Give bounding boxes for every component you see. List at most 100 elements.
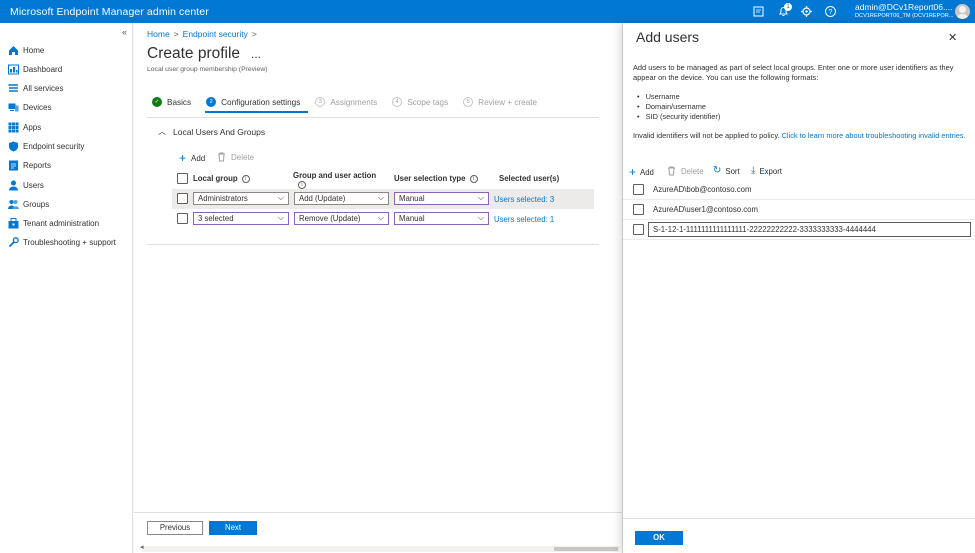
row-checkbox[interactable]	[633, 184, 644, 195]
user-identifier-input[interactable]: S-1-12-1-1111111111111111-22222222222-33…	[648, 222, 971, 237]
row-checkbox[interactable]	[633, 224, 644, 235]
format-list: Username Domain/username SID (security i…	[637, 92, 721, 122]
svg-text:?: ?	[829, 9, 833, 16]
breadcrumb: Home > Endpoint security >	[147, 29, 261, 39]
download-icon: ⤓	[751, 165, 756, 176]
horizontal-scrollbar[interactable]: ◂	[140, 543, 620, 552]
chevron-down-icon: ⌵	[377, 193, 384, 202]
group-action-dropdown[interactable]: Add (Update) ⌵	[294, 192, 389, 205]
nav-item-apps[interactable]: Apps	[8, 120, 41, 134]
step-number: 2	[206, 97, 217, 107]
previous-button[interactable]: Previous	[147, 521, 203, 535]
tenant-admin-icon	[8, 217, 19, 228]
add-button[interactable]: + Add	[179, 152, 205, 164]
row-checkbox[interactable]	[177, 193, 188, 204]
group-action-dropdown[interactable]: Remove (Update) ⌵	[294, 212, 389, 225]
troubleshooting-link[interactable]: Click to learn more about troubleshootin…	[782, 131, 966, 140]
delete-label: Delete	[231, 152, 255, 162]
nav-item-groups[interactable]: Groups	[8, 197, 49, 211]
gear-icon[interactable]	[800, 5, 813, 18]
row-checkbox[interactable]	[177, 213, 188, 224]
list-item[interactable]: S-1-12-1-1111111111111111-22222222222-33…	[623, 220, 975, 240]
nav-item-tenant-administration[interactable]: Tenant administration	[8, 216, 99, 230]
scrollbar-thumb[interactable]	[554, 547, 618, 551]
export-button[interactable]: ⤓ Export	[751, 166, 782, 176]
step-scope-tags[interactable]: 4 Scope tags	[392, 97, 448, 107]
user-selection-type-dropdown[interactable]: Manual ⌵	[394, 192, 489, 205]
step-configuration-settings[interactable]: 2 Configuration settings	[206, 97, 300, 107]
info-icon[interactable]: i	[241, 174, 250, 183]
select-all-checkbox[interactable]	[177, 173, 188, 184]
account-info[interactable]: admin@DCv1Report06.... DCV1REPORT06_TM (…	[855, 3, 953, 19]
account-name: admin@DCv1Report06....	[855, 2, 953, 12]
info-icon[interactable]: i	[469, 174, 478, 183]
ok-button[interactable]: OK	[635, 531, 683, 545]
divider	[147, 244, 599, 245]
nav-item-home[interactable]: Home	[8, 43, 44, 57]
users-selected-link[interactable]: Users selected: 3	[494, 195, 554, 204]
add-users-panel: Add users ✕ Add users to be managed as p…	[622, 23, 975, 553]
sort-button[interactable]: ↻ Sort	[713, 166, 740, 176]
row-checkbox[interactable]	[633, 204, 644, 215]
nav-item-all-services[interactable]: All services	[8, 81, 63, 95]
step-number: 4	[392, 97, 403, 107]
section-local-users-and-groups[interactable]: ︿ Local Users And Groups	[158, 126, 265, 137]
nav-item-endpoint-security[interactable]: Endpoint security	[8, 139, 84, 153]
nav-item-label: Groups	[23, 199, 50, 209]
nav-item-troubleshooting[interactable]: Troubleshooting + support	[8, 235, 116, 249]
nav-item-label: Reports	[23, 160, 52, 170]
nav-item-dashboard[interactable]: Dashboard	[8, 62, 62, 76]
chevron-down-icon: ⌵	[477, 193, 484, 202]
avatar[interactable]	[955, 4, 970, 19]
left-nav: « Home Dashboard All services Devices Ap…	[0, 23, 133, 553]
nav-item-devices[interactable]: Devices	[8, 100, 51, 114]
list-item[interactable]: AzureAD\bob@contoso.com	[623, 180, 975, 200]
nav-item-reports[interactable]: Reports	[8, 158, 51, 172]
more-options-button[interactable]: ...	[251, 47, 261, 61]
column-header-group-user-action: Group and user action i	[293, 171, 383, 190]
nav-item-label: All services	[23, 83, 64, 93]
step-label: Scope tags	[407, 97, 449, 107]
chevron-down-icon: ⌵	[277, 193, 284, 202]
column-label: User selection type	[394, 174, 466, 183]
close-icon[interactable]: ✕	[948, 31, 957, 44]
dropdown-value: Manual	[399, 194, 425, 203]
users-icon	[9, 180, 18, 190]
collapse-nav-button[interactable]: «	[122, 27, 127, 37]
delete-button[interactable]: Delete	[217, 152, 254, 162]
step-basics[interactable]: ✓ Basics	[152, 97, 191, 107]
scroll-left-icon[interactable]: ◂	[140, 543, 144, 551]
users-selected-link[interactable]: Users selected: 1	[494, 215, 554, 224]
column-header-user-selection-type: User selection type i	[394, 174, 478, 183]
column-label: Local group	[193, 174, 238, 183]
trash-icon	[218, 152, 225, 162]
app-title[interactable]: Microsoft Endpoint Manager admin center	[10, 6, 209, 18]
add-label: Add	[191, 153, 206, 163]
nav-item-label: Troubleshooting + support	[23, 237, 116, 247]
next-button[interactable]: Next	[209, 521, 257, 535]
add-label: Add	[640, 167, 654, 177]
local-group-dropdown[interactable]: 3 selected ⌵	[193, 212, 289, 225]
panel-add-button[interactable]: + Add	[629, 166, 654, 178]
panel-delete-button[interactable]: Delete	[667, 166, 704, 176]
step-number: 3	[315, 97, 326, 107]
list-item[interactable]: AzureAD\user1@contoso.com	[623, 200, 975, 220]
step-assignments[interactable]: 3 Assignments	[315, 97, 377, 107]
plus-icon: +	[629, 165, 637, 179]
dropdown-value: Manual	[399, 214, 425, 223]
local-group-dropdown[interactable]: Administrators ⌵	[193, 192, 289, 205]
user-selection-type-dropdown[interactable]: Manual ⌵	[394, 212, 489, 225]
all-services-icon	[8, 83, 18, 92]
user-identifier: AzureAD\user1@contoso.com	[653, 205, 758, 214]
step-label: Configuration settings	[221, 97, 301, 107]
breadcrumb-endpoint-security[interactable]: Endpoint security	[183, 29, 248, 39]
wizard-steps: ✓ Basics 2 Configuration settings 3 Assi…	[152, 95, 552, 109]
dashboard-icon	[8, 64, 19, 74]
breadcrumb-home[interactable]: Home	[147, 29, 170, 39]
feedback-icon[interactable]	[752, 5, 765, 18]
dropdown-value: Administrators	[198, 194, 248, 203]
help-icon[interactable]: ?	[824, 5, 837, 18]
nav-item-users[interactable]: Users	[8, 178, 44, 192]
step-review-create[interactable]: 5 Review + create	[463, 97, 537, 107]
panel-title: Add users	[636, 29, 700, 45]
